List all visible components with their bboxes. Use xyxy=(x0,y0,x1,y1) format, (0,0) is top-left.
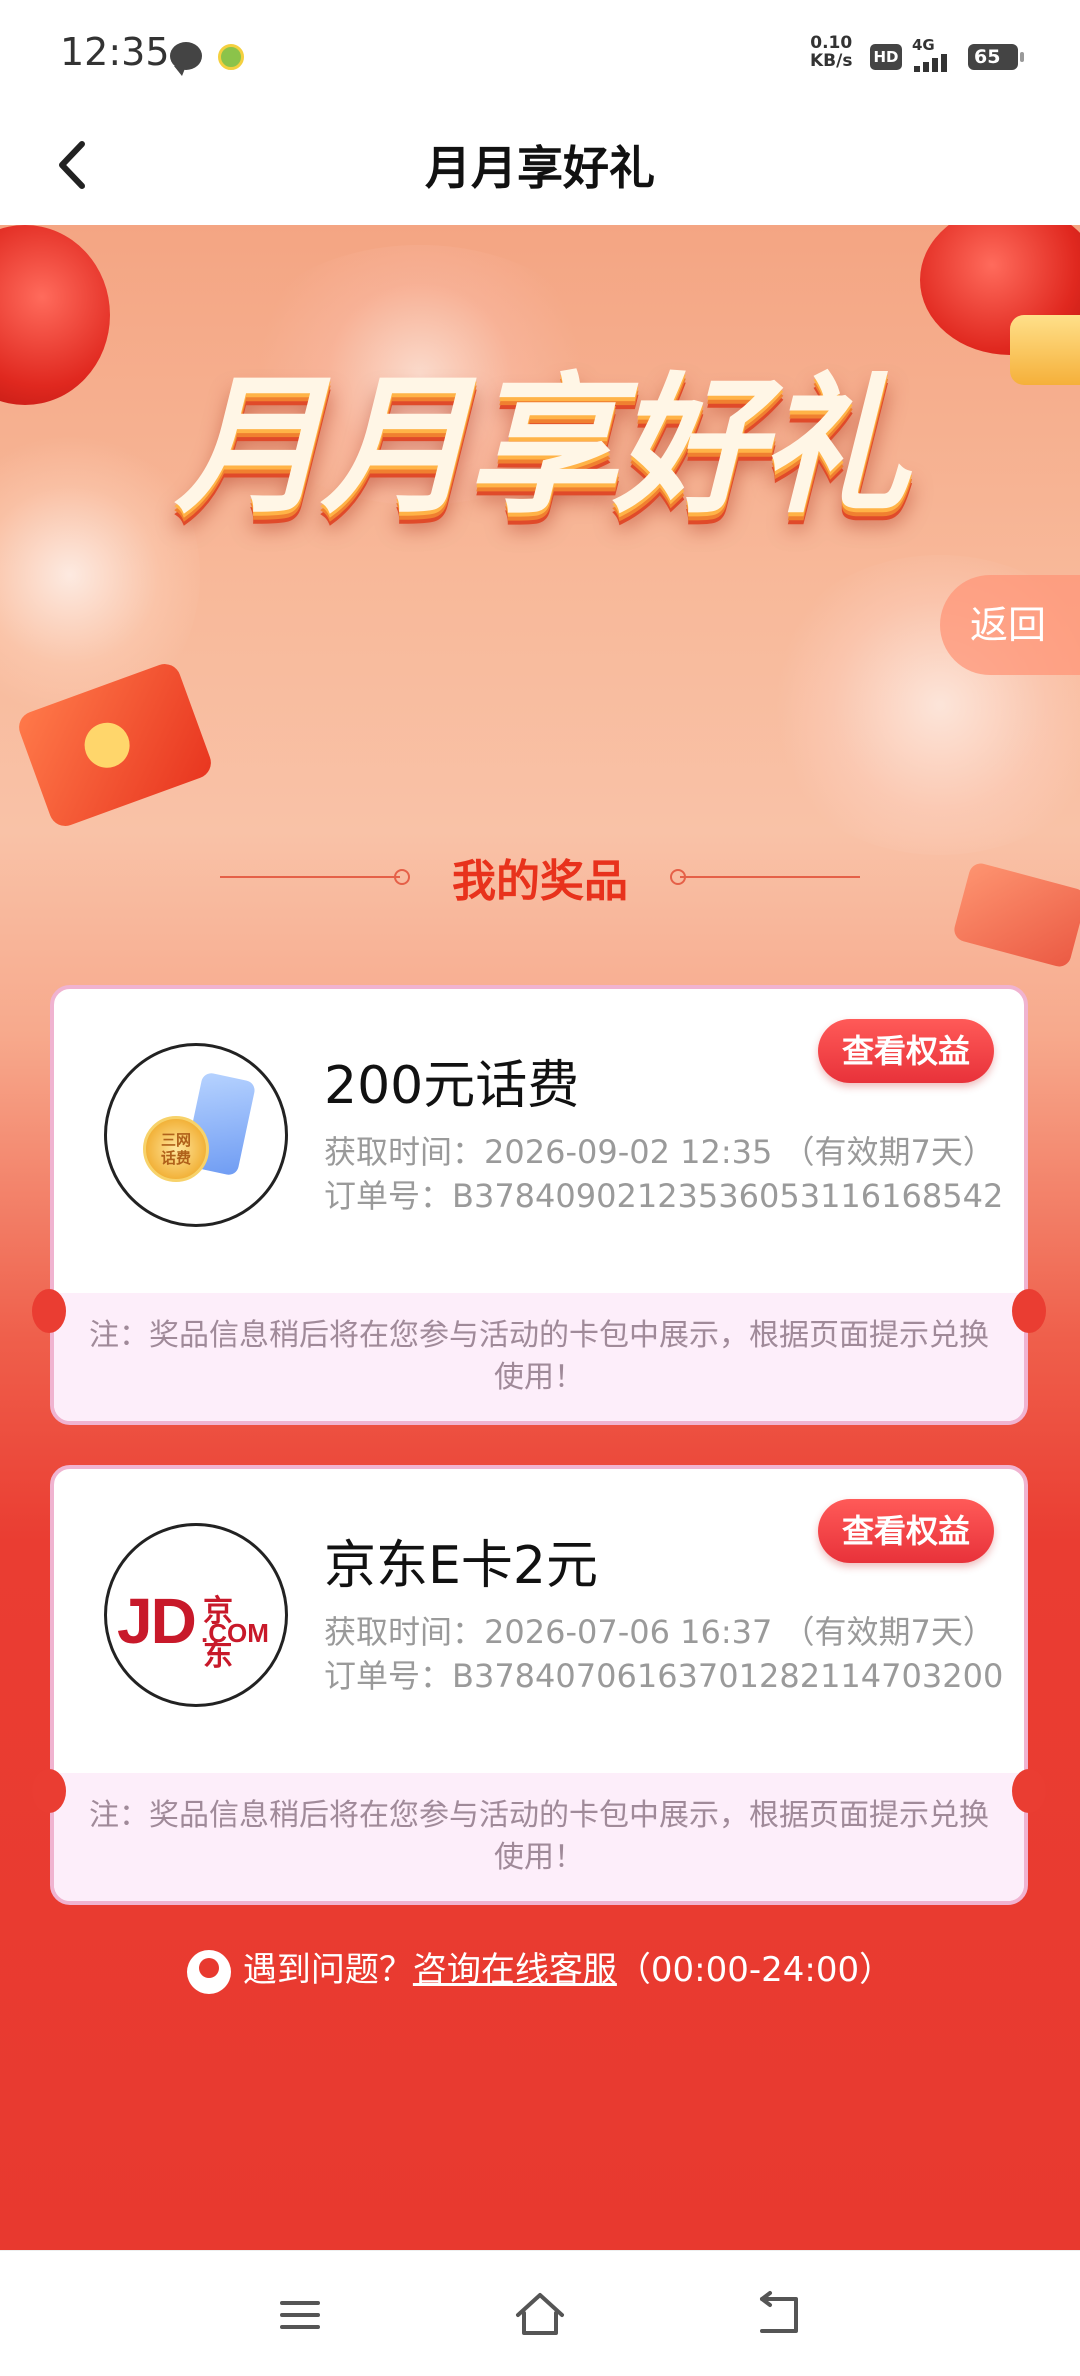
prize-card: JD 京东 .COM 京东E卡2元 获取时间：2026-07-06 16:37 … xyxy=(32,1465,1046,1905)
help-line: 遇到问题？咨询在线客服（00:00-24:00） xyxy=(0,1940,1080,2000)
prize-name: 200元话费 xyxy=(324,1056,580,1116)
home-button[interactable] xyxy=(512,2287,568,2343)
return-button[interactable]: 返回 xyxy=(940,575,1080,675)
app-notification-icon xyxy=(218,44,244,70)
phone-credit-logo: 三网 话费 xyxy=(104,1043,288,1227)
prize-order-number: 订单号：B3784090212353605311616854​2 xyxy=(324,1177,1004,1215)
status-bar: 12:35 0.10 KB/s HD 4G 65 xyxy=(0,0,1080,110)
app-header: 月月享好礼 xyxy=(0,110,1080,225)
system-nav-bar xyxy=(0,2250,1080,2376)
hero-title: 月月享好礼 xyxy=(174,360,909,534)
prize-order-number: 订单号：B3784070616370128211470320​0 xyxy=(324,1657,1004,1695)
lantern-decoration xyxy=(0,225,110,405)
help-hours: （00:00-24:00） xyxy=(616,1950,894,1990)
jd-logo: JD 京东 .COM xyxy=(104,1523,288,1707)
help-prefix: 遇到问题？ xyxy=(242,1950,413,1990)
status-time: 12:35 xyxy=(60,30,170,74)
customer-service-icon xyxy=(186,1949,231,1994)
prize-name: 京东E卡2元 xyxy=(324,1536,598,1596)
prize-note: 注：奖品信息稍后将在您参与活动的卡包中展示，根据页面提示兑换使用！ xyxy=(54,1293,1024,1421)
view-benefit-button[interactable]: 查看权益 xyxy=(818,1019,994,1083)
view-benefit-button[interactable]: 查看权益 xyxy=(818,1499,994,1563)
menu-button[interactable] xyxy=(272,2287,328,2343)
system-back-button[interactable] xyxy=(752,2287,808,2343)
signal-icon: 4G xyxy=(912,36,960,72)
menu-icon xyxy=(280,2301,320,2329)
prize-note: 注：奖品信息稍后将在您参与活动的卡包中展示，根据页面提示兑换使用！ xyxy=(54,1773,1024,1901)
prize-time: 获取时间：2026-09-02 12:35 （有效期7天） xyxy=(324,1133,995,1171)
activity-page: 月月享好礼 返回 我的奖品 三网 话费 200元话费 获取时间：2026-09-0… xyxy=(0,225,1080,2250)
prize-card: 三网 话费 200元话费 获取时间：2026-09-02 12:35 （有效期7天… xyxy=(32,985,1046,1425)
network-speed: 0.10 KB/s xyxy=(810,33,853,71)
hd-icon: HD xyxy=(870,44,902,70)
back-icon xyxy=(760,2291,798,2333)
customer-service-link[interactable]: 咨询在线客服 xyxy=(413,1950,617,1990)
section-title: 我的奖品 xyxy=(0,845,1080,907)
prize-time: 获取时间：2026-07-06 16:37 （有效期7天） xyxy=(324,1613,995,1651)
battery-icon: 65 xyxy=(968,44,1024,70)
home-icon xyxy=(516,2293,564,2335)
page-title: 月月享好礼 xyxy=(425,141,655,195)
message-icon xyxy=(170,42,202,76)
coin-icon: 三网 话费 xyxy=(143,1116,209,1182)
lantern-tassel-decoration xyxy=(1010,315,1080,385)
